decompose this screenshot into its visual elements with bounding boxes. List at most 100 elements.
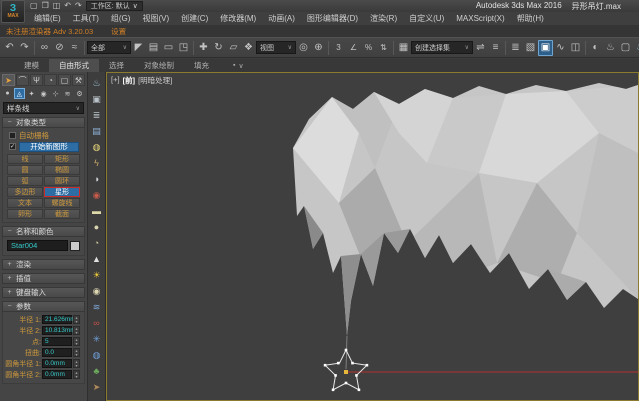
ellipse-button[interactable]: 椭圆 [44,165,80,175]
menu-modifiers[interactable]: 修改器(M) [214,12,262,25]
radius2-spinner[interactable]: ▴▾ [73,326,80,335]
reference-coordinate-dropdown[interactable]: 视图 ∨ [256,41,296,54]
mirror-icon[interactable]: ⇌ [473,40,488,56]
menu-rendering[interactable]: 渲染(R) [364,12,403,25]
object-color-swatch[interactable] [70,241,80,251]
line-button[interactable]: 线 [7,154,43,164]
pyramid-primitive-icon[interactable]: ▲ [90,251,104,267]
rendered-frame-icon[interactable]: ▢ [618,40,633,56]
select-by-name-icon[interactable]: ▤ [146,40,161,56]
menu-graph-editors[interactable]: 图形编辑器(D) [301,12,364,25]
ribbon-toggle-icon[interactable]: ▧ [523,40,538,56]
selection-filter-dropdown[interactable]: 全部 ∨ [87,41,131,54]
plane-primitive-icon[interactable]: ▬ [90,203,104,219]
section-button[interactable]: 截面 [44,209,80,219]
arc-button[interactable]: 弧 [7,176,43,186]
lightbulb-icon[interactable]: ◍ [90,139,104,155]
autogrid-checkbox[interactable] [9,132,16,139]
new-file-icon[interactable]: ▢ [30,1,38,11]
render-setup-icon[interactable]: ♨ [603,40,618,56]
circle-button[interactable]: 圆 [7,165,43,175]
foliage-icon[interactable]: ♣ [90,363,104,379]
star-button[interactable]: 星形 [44,187,80,197]
select-and-link-icon[interactable]: ∞ [37,40,52,56]
menu-animation[interactable]: 动画(A) [262,12,301,25]
select-and-manipulate-icon[interactable]: ❖ [241,40,256,56]
fillet-radius1-field[interactable]: 0.0mm [42,359,72,368]
distortion-field[interactable]: 0.0 [42,348,72,357]
material-editor-icon[interactable]: ◐ [588,40,603,56]
ribbon-tab-modeling[interactable]: 建模 [14,59,49,72]
sphere-primitive-icon[interactable]: ● [90,219,104,235]
unlink-selection-icon[interactable]: ⊘ [52,40,67,56]
viewport-shading-menu[interactable]: [明暗处理] [138,75,172,86]
menu-create[interactable]: 创建(C) [175,12,214,25]
viewport-general-menu[interactable]: [+] [111,75,120,86]
shapes-category-icon[interactable]: ◬ [14,88,25,99]
edit-named-sets-icon[interactable]: ▦ [396,40,411,56]
atom-icon[interactable]: ✳ [90,331,104,347]
keyboard-entry-rollout-header[interactable]: + 键盘输入 [2,287,85,298]
redo-icon[interactable]: ↷ [75,1,82,11]
scene-explorer-icon[interactable]: ▣ [538,40,553,56]
use-pivot-center-icon[interactable]: ◎ [296,40,311,56]
select-and-scale-icon[interactable]: ▱ [226,40,241,56]
spinner-snap-icon[interactable]: ⇅ [376,40,391,56]
named-selection-sets-dropdown[interactable]: 创建选择集 ∨ [411,41,473,54]
menu-group[interactable]: 组(G) [105,12,137,25]
curve-editor-icon[interactable]: ∿ [553,40,568,56]
layer-list-icon[interactable]: ≣ [90,107,104,123]
helpers-category-icon[interactable]: ⊹ [50,88,61,99]
globe-icon[interactable]: ◍ [90,347,104,363]
text-button[interactable]: 文本 [7,198,43,208]
fillet-radius2-field[interactable]: 0.0mm [42,370,72,379]
ribbon-tab-freeform[interactable]: 自由形式 [49,59,99,72]
geometry-category-icon[interactable]: ● [2,88,13,99]
menu-views[interactable]: 视图(V) [136,12,175,25]
undo-icon[interactable]: ↶ [2,40,17,56]
fillet-radius1-spinner[interactable]: ▴▾ [73,359,80,368]
molecules-icon[interactable]: ∞ [90,315,104,331]
create-tab-icon[interactable]: ➤ [2,74,15,86]
rectangle-button[interactable]: 矩形 [44,154,80,164]
angle-snap-icon[interactable]: ∠ [346,40,361,56]
front-viewport[interactable]: [+] [前] [明暗处理] [106,72,639,401]
lights-category-icon[interactable]: ✦ [26,88,37,99]
ribbon-tab-populate[interactable]: 填充 [184,59,219,72]
interpolation-rollout-header[interactable]: + 插值 [2,273,85,284]
radius1-spinner[interactable]: ▴▾ [73,315,80,324]
object-name-field[interactable]: Star004 [7,240,68,251]
sun-icon[interactable]: ☀ [90,267,104,283]
hierarchy-tab-icon[interactable]: Ψ [30,74,43,86]
disc-icon[interactable]: ◉ [90,283,104,299]
save-file-icon[interactable]: ◫ [53,1,61,11]
camera-icon[interactable]: ◉ [90,187,104,203]
align-icon[interactable]: ≡ [488,40,503,56]
window-crossing-icon[interactable]: ◳ [176,40,191,56]
mesh-object[interactable] [293,83,638,336]
motion-tab-icon[interactable]: ◔ [44,74,57,86]
teapot-icon[interactable]: ♨ [90,75,104,91]
menu-help[interactable]: 帮助(H) [511,12,550,25]
spotlight-icon[interactable]: ◑ [90,171,104,187]
ngon-button[interactable]: 多边形 [7,187,43,197]
name-color-rollout-header[interactable]: − 名称和颜色 [2,226,85,237]
schematic-view-icon[interactable]: ◫ [568,40,583,56]
menu-customize[interactable]: 自定义(U) [403,12,450,25]
star-spline[interactable] [324,349,368,391]
start-new-shape-checkbox[interactable]: ✓ [9,143,16,150]
gizmo-center[interactable] [344,370,348,374]
layer-manager-icon[interactable]: ≣ [508,40,523,56]
points-field[interactable]: 5 [42,337,72,346]
percent-snap-icon[interactable]: % [361,40,376,56]
egg-button[interactable]: 卵形 [7,209,43,219]
max-logo-button[interactable]: З MAX [1,0,25,23]
viewport-pov-menu[interactable]: [前] [123,75,136,86]
ribbon-minimize-button[interactable]: ▪ ∨ [233,62,244,70]
snap-3d-icon[interactable]: 3 [331,40,346,56]
open-file-icon[interactable]: ❒ [42,1,49,11]
helix-button[interactable]: 螺旋线 [44,198,80,208]
object-type-rollout-header[interactable]: − 对象类型 [2,117,85,128]
select-object-icon[interactable]: ◤ [131,40,146,56]
shape-type-dropdown[interactable]: 样条线 ∨ [3,102,84,114]
